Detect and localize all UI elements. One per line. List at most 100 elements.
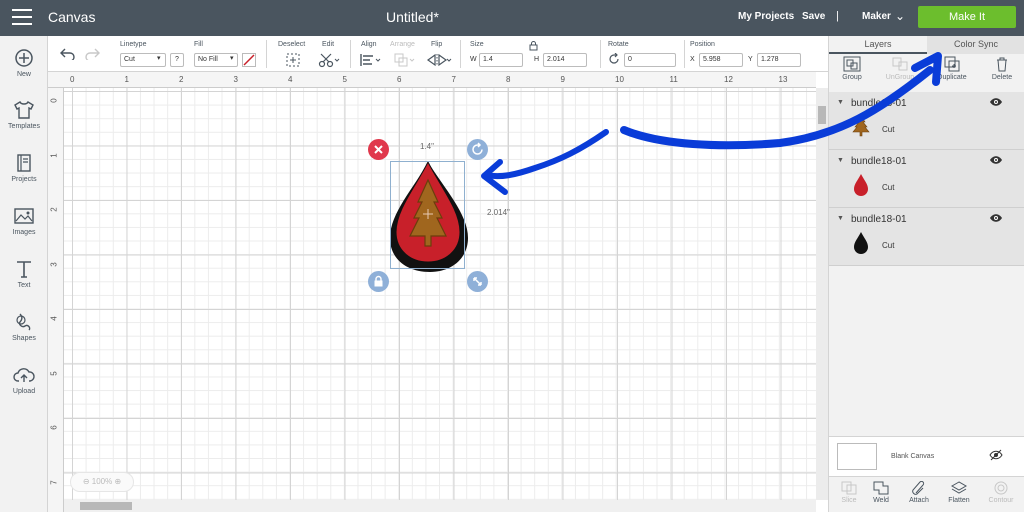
align-icon[interactable]: [360, 53, 382, 67]
sidebar-item-new[interactable]: New: [0, 48, 48, 78]
layer-group-name: bundle18-01: [851, 156, 907, 167]
ruler-tick-label: 1: [49, 152, 59, 158]
sidebar-label: Templates: [8, 123, 40, 130]
bottom-actions: Slice Weld Attach Flatten Contour: [829, 476, 1024, 512]
layer-group[interactable]: ▼ bundle18-01 Cut: [829, 92, 1024, 150]
sidebar-item-upload[interactable]: Upload: [0, 365, 48, 395]
ungroup-icon: [892, 57, 908, 71]
linetype-label: Linetype: [120, 41, 147, 48]
ruler-tick-label: 8: [506, 75, 511, 84]
canvas-grid[interactable]: [64, 88, 816, 512]
sidebar-item-projects[interactable]: Projects: [0, 153, 48, 183]
collapse-icon[interactable]: ▼: [837, 157, 844, 164]
contour-button[interactable]: Contour: [983, 481, 1019, 504]
sidebar-item-templates[interactable]: Templates: [0, 100, 48, 130]
undo-icon[interactable]: [60, 46, 76, 60]
height-input[interactable]: 2.014: [543, 53, 587, 67]
duplicate-label: Duplicate: [937, 74, 967, 81]
deselect-icon[interactable]: [286, 53, 300, 67]
ruler-tick-label: 7: [451, 75, 456, 84]
rotate-handle[interactable]: [467, 139, 488, 160]
weld-label: Weld: [873, 497, 889, 504]
weld-button[interactable]: Weld: [863, 481, 899, 504]
canvas-swatch[interactable]: [837, 443, 877, 470]
layer-group[interactable]: ▼ bundle18-01 Cut: [829, 150, 1024, 208]
x-input[interactable]: 5.958: [699, 53, 743, 67]
rotate-input[interactable]: 0: [624, 53, 676, 67]
redo-icon[interactable]: [84, 46, 100, 60]
vertical-ruler: 0 1 2 3 4 5 6 7: [48, 88, 64, 512]
eye-icon[interactable]: [989, 97, 1003, 107]
vertical-scrollbar[interactable]: [816, 88, 828, 500]
horizontal-scrollbar[interactable]: [64, 500, 816, 512]
my-projects-link[interactable]: My Projects: [738, 11, 794, 22]
layer-group[interactable]: ▼ bundle18-01 Cut: [829, 208, 1024, 266]
y-input[interactable]: 1.278: [757, 53, 801, 67]
machine-selector[interactable]: Maker: [862, 11, 891, 22]
duplicate-button[interactable]: Duplicate: [929, 56, 975, 81]
sidebar-item-shapes[interactable]: Shapes: [0, 312, 48, 342]
contour-label: Contour: [988, 497, 1014, 504]
ungroup-button[interactable]: UnGroup: [877, 56, 923, 81]
top-bar: Canvas Untitled* My Projects Save | Make…: [0, 0, 1024, 36]
blank-canvas-row[interactable]: Blank Canvas: [829, 436, 1024, 476]
left-sidebar: New Templates Projects Images Text Shape…: [0, 36, 48, 512]
contour-icon: [994, 481, 1008, 495]
help-button[interactable]: ?: [170, 53, 184, 67]
tab-layers[interactable]: Layers: [829, 36, 927, 54]
rotate-icon: [472, 142, 483, 155]
slice-button[interactable]: Slice: [831, 481, 867, 504]
arrange-icon[interactable]: [394, 53, 416, 67]
ruler-tick-label: 1: [124, 75, 129, 84]
ruler-tick-label: 7: [49, 479, 59, 485]
delete-button[interactable]: Delete: [979, 56, 1024, 81]
app-title: Canvas: [48, 9, 96, 25]
collapse-icon[interactable]: ▼: [837, 215, 844, 222]
scissors-icon[interactable]: [318, 52, 340, 68]
make-it-button[interactable]: Make It: [918, 6, 1016, 28]
slice-label: Slice: [841, 497, 857, 504]
slice-icon: [841, 481, 857, 495]
sidebar-item-images[interactable]: Images: [0, 206, 48, 236]
eye-icon[interactable]: [989, 213, 1003, 223]
ruler-tick-label: 6: [397, 75, 402, 84]
lock-icon[interactable]: [529, 41, 538, 51]
zoom-out-button[interactable]: ⊖: [83, 477, 92, 486]
sidebar-label: Projects: [11, 176, 37, 183]
red-drop-icon: [854, 174, 868, 196]
layers-panel: Layers Color Sync Group UnGroup Duplicat…: [828, 36, 1024, 512]
lock-handle[interactable]: [368, 271, 389, 292]
resize-handle[interactable]: [467, 271, 488, 292]
deselect-label: Deselect: [278, 41, 306, 48]
plus-circle-icon: [15, 49, 33, 67]
height-dimension-label: 2.014": [487, 208, 510, 217]
chevron-down-icon: ▾: [230, 55, 234, 62]
width-dimension-label: 1.4": [420, 142, 434, 151]
group-button[interactable]: Group: [829, 56, 875, 81]
sidebar-label: Images: [12, 229, 36, 236]
arrange-label: Arrange: [390, 41, 415, 48]
ruler-tick-label: 2: [179, 75, 184, 84]
flip-icon[interactable]: [426, 53, 452, 67]
delete-handle[interactable]: [368, 139, 389, 160]
eye-off-icon[interactable]: [989, 449, 1003, 461]
edit-toolbar: Linetype Cut ▾ ? Fill No Fill ▾ Deselect…: [48, 36, 828, 72]
eye-icon[interactable]: [989, 155, 1003, 165]
zoom-in-button[interactable]: ⊕: [112, 477, 121, 486]
document-title[interactable]: Untitled*: [386, 9, 439, 25]
sidebar-label: Upload: [12, 388, 36, 395]
collapse-icon[interactable]: ▼: [837, 99, 844, 106]
menu-icon[interactable]: [12, 9, 32, 25]
no-fill-swatch-icon[interactable]: [242, 53, 256, 67]
sidebar-item-text[interactable]: Text: [0, 259, 48, 289]
attach-button[interactable]: Attach: [901, 481, 937, 504]
tab-color-sync[interactable]: Color Sync: [927, 36, 1024, 54]
save-button[interactable]: Save: [802, 11, 825, 22]
flatten-button[interactable]: Flatten: [941, 481, 977, 504]
ruler-tick-label: 11: [669, 75, 678, 84]
rotate-label: Rotate: [608, 41, 629, 48]
chevron-down-icon[interactable]: ⌄: [895, 9, 905, 23]
width-input[interactable]: 1.4: [479, 53, 523, 67]
layer-operation: Cut: [882, 241, 895, 250]
layer-operation: Cut: [882, 125, 895, 134]
